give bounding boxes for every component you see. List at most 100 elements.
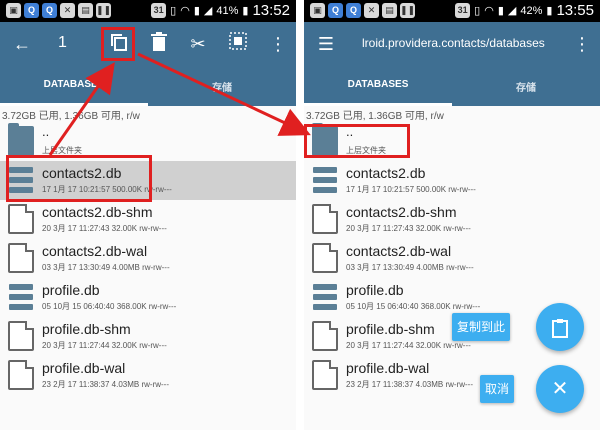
current-path: lroid.providera.contacts/databases (362, 36, 545, 50)
file-meta: 05 10月 15 06:40:40 368.00K rw-rw--- (42, 302, 177, 311)
document-icon (8, 204, 34, 234)
tab-bar: DATABASES 存储 (304, 66, 600, 106)
file-row-profile-db[interactable]: profile.db 05 10月 15 06:40:40 368.00K rw… (0, 278, 296, 317)
battery-icon: ▮ (546, 5, 553, 17)
screen-divider (296, 0, 304, 430)
file-name: profile.db-shm (42, 321, 131, 337)
document-icon (312, 321, 338, 351)
action-toolbar: ← 1 ✂ ⋮ (0, 22, 296, 66)
tab-storage[interactable]: 存储 (148, 66, 296, 106)
q-app-icon: Q (328, 3, 343, 18)
vibrate-icon: ▯ (170, 5, 177, 17)
file-row-contacts2-db-shm[interactable]: contacts2.db-shm 20 3月 17 11:27:43 32.00… (0, 200, 296, 239)
file-meta: 23 2月 17 11:38:37 4.03MB rw-rw--- (346, 380, 474, 389)
vibrate-icon: ▯ (474, 5, 481, 17)
delete-icon[interactable] (147, 32, 171, 56)
cut-icon[interactable]: ✂ (186, 32, 210, 56)
file-meta: 20 3月 17 11:27:44 32.00K rw-rw--- (346, 341, 471, 350)
document-icon (312, 204, 338, 234)
file-name: profile.db-wal (42, 360, 126, 376)
wifi-icon: ◠ (484, 5, 494, 17)
file-row-profile-db-wal[interactable]: profile.db-wal 23 2月 17 11:38:37 4.03MB … (0, 356, 296, 395)
document-icon (8, 360, 34, 390)
file-name: profile.db (42, 282, 100, 298)
overflow-menu-icon[interactable]: ⋮ (266, 32, 290, 56)
app-toolbar: ☰ lroid.providera.contacts/databases ⋮ (304, 22, 600, 66)
file-name: contacts2.db-wal (42, 243, 148, 259)
clock: 13:55 (556, 2, 594, 19)
sim-icon: ▮ (497, 5, 504, 17)
document-icon (8, 321, 34, 351)
battery-icon: ▮ (242, 5, 249, 17)
selected-file-highlight (6, 155, 152, 202)
file-row-contacts2-db-wal[interactable]: contacts2.db-wal 03 3月 17 13:30:49 4.00M… (0, 239, 296, 278)
image-icon: ▤ (382, 3, 397, 18)
file-name: contacts2.db (346, 165, 426, 181)
right-screen: ▣ Q Q ✕ ▤ ❚❚ 31 ▯ ◠ ▮ ◢ 42% ▮ 13:55 ☰ lr… (304, 0, 600, 430)
file-row-contacts2-db-wal[interactable]: contacts2.db-wal 03 3月 17 13:30:49 4.00M… (304, 239, 600, 278)
clipboard-icon (551, 316, 569, 338)
file-name: contacts2.db-shm (346, 204, 457, 220)
file-row-contacts2-db-shm[interactable]: contacts2.db-shm 20 3月 17 11:27:43 32.00… (304, 200, 600, 239)
close-icon: ✕ (551, 378, 569, 400)
select-all-icon[interactable] (226, 32, 250, 56)
paste-here-label[interactable]: 复制到此 (452, 313, 511, 341)
file-meta: 05 10月 15 06:40:40 368.00K rw-rw--- (346, 302, 481, 311)
battery-percent: 42% (520, 4, 543, 17)
selection-count: 1 (58, 34, 67, 51)
copy-button-highlight (101, 27, 135, 61)
file-name: profile.db-wal (346, 360, 430, 376)
q-app-icon: Q (42, 3, 57, 18)
paste-fab[interactable] (536, 303, 584, 351)
file-meta: 03 3月 17 13:30:49 4.00MB rw-rw--- (346, 263, 474, 272)
database-icon (312, 165, 338, 195)
sim-icon: ▮ (193, 5, 200, 17)
signal-icon: ◢ (507, 5, 517, 17)
file-meta: 23 2月 17 11:38:37 4.03MB rw-rw--- (42, 380, 170, 389)
file-name: profile.db (346, 282, 404, 298)
pause-icon: ❚❚ (96, 3, 111, 18)
tab-databases[interactable]: DATABASES (0, 66, 148, 106)
storage-info: 3.72GB 已用, 1.36GB 可用, r/w (306, 111, 444, 122)
database-icon (8, 282, 34, 312)
file-name: contacts2.db-wal (346, 243, 452, 259)
file-meta: 03 3月 17 13:30:49 4.00MB rw-rw--- (42, 263, 170, 272)
document-icon (312, 360, 338, 390)
cancel-label[interactable]: 取消 (480, 375, 515, 403)
hamburger-menu-icon[interactable]: ☰ (314, 32, 338, 56)
q-app-icon: Q (346, 3, 361, 18)
document-icon (312, 243, 338, 273)
file-meta: 17 1月 17 10:21:57 500.00K rw-rw--- (346, 185, 476, 194)
q-app-icon: Q (24, 3, 39, 18)
left-screen: ▣ Q Q ✕ ▤ ❚❚ 31 ▯ ◠ ▮ ◢ 41% ▮ 13:52 ← 1 … (0, 0, 296, 430)
file-meta: 20 3月 17 11:27:43 32.00K rw-rw--- (42, 224, 167, 233)
parent-folder-highlight (304, 124, 410, 158)
file-name: contacts2.db-shm (42, 204, 153, 220)
status-bar: ▣ Q Q ✕ ▤ ❚❚ 31 ▯ ◠ ▮ ◢ 42% ▮ 13:55 (304, 0, 600, 22)
status-bar: ▣ Q Q ✕ ▤ ❚❚ 31 ▯ ◠ ▮ ◢ 41% ▮ 13:52 (0, 0, 296, 22)
back-arrow-icon[interactable]: ← (10, 32, 34, 56)
tab-databases[interactable]: DATABASES (304, 66, 452, 106)
file-name: profile.db-shm (346, 321, 435, 337)
calendar-icon: 31 (455, 3, 471, 18)
image-icon: ▤ (78, 3, 93, 18)
file-meta: 20 3月 17 11:27:43 32.00K rw-rw--- (346, 224, 471, 233)
parent-folder-name: .. (42, 124, 50, 139)
cancel-fab[interactable]: ✕ (536, 365, 584, 413)
signal-icon: ◢ (203, 5, 213, 17)
document-icon (8, 243, 34, 273)
file-row-contacts2-db[interactable]: contacts2.db 17 1月 17 10:21:57 500.00K r… (304, 161, 600, 200)
file-meta: 20 3月 17 11:27:44 32.00K rw-rw--- (42, 341, 167, 350)
database-icon (312, 282, 338, 312)
wifi-icon: ◠ (180, 5, 190, 17)
file-row-profile-db-shm[interactable]: profile.db-shm 20 3月 17 11:27:44 32.00K … (0, 317, 296, 356)
notification-icon: ▣ (6, 3, 21, 18)
notification-icon: ▣ (310, 3, 325, 18)
overflow-menu-icon[interactable]: ⋮ (570, 32, 594, 56)
clock: 13:52 (252, 2, 290, 19)
battery-percent: 41% (216, 4, 239, 17)
x-app-icon: ✕ (364, 3, 379, 18)
tab-storage[interactable]: 存储 (452, 66, 600, 106)
pause-icon: ❚❚ (400, 3, 415, 18)
storage-info: 3.72GB 已用, 1.36GB 可用, r/w (2, 111, 140, 122)
